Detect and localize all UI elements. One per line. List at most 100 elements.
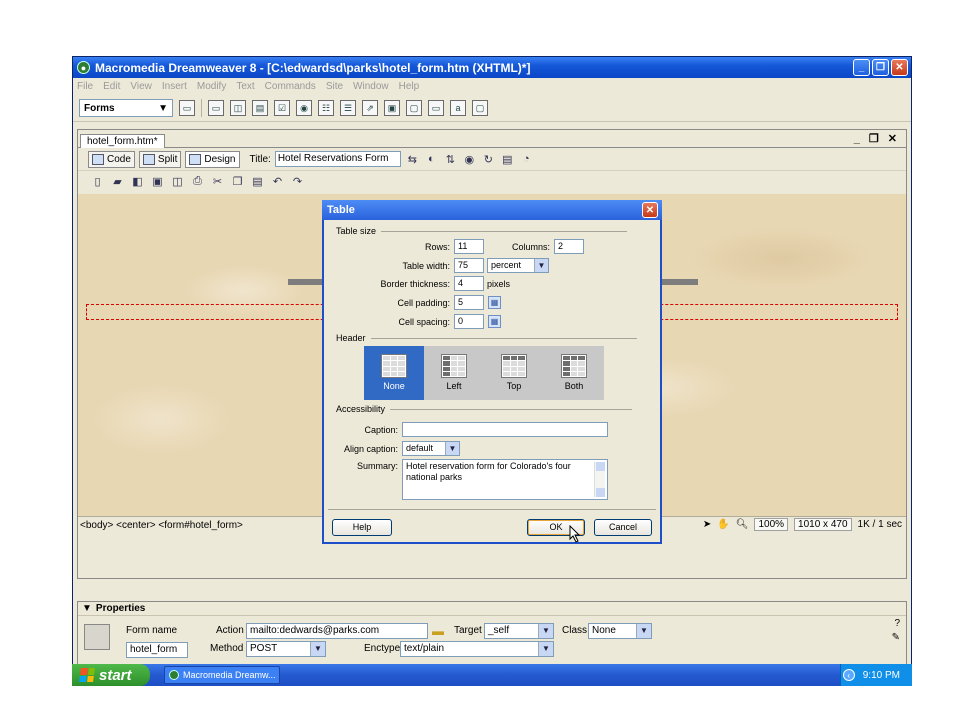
header-option-top[interactable]: Top — [484, 346, 544, 400]
document-window-controls[interactable]: _ ❐ ✕ — [854, 132, 900, 145]
menu-commands[interactable]: Commands — [265, 81, 316, 92]
menu-window[interactable]: Window — [353, 81, 389, 92]
menu-file[interactable]: File — [77, 81, 93, 92]
header-option-left[interactable]: Left — [424, 346, 484, 400]
help-button[interactable]: Help — [332, 519, 392, 536]
new-file-icon[interactable]: ▯ — [90, 175, 105, 189]
save-icon[interactable]: ▣ — [150, 175, 165, 189]
start-button[interactable]: start — [72, 664, 150, 686]
view-options-icon[interactable]: ▤ — [500, 152, 515, 166]
undo-icon[interactable]: ↶ — [270, 175, 285, 189]
table-width-unit-select[interactable]: percent ▼ — [487, 258, 549, 273]
hand-tool-icon[interactable]: ✋ — [717, 519, 729, 530]
summary-label: Summary: — [356, 461, 398, 471]
columns-input[interactable]: 2 — [554, 239, 584, 254]
menu-site[interactable]: Site — [326, 81, 343, 92]
paste-icon[interactable]: ▤ — [250, 175, 265, 189]
maximize-button[interactable]: ❐ — [872, 59, 889, 76]
windows-logo-icon — [79, 668, 95, 682]
enctype-select[interactable]: text/plain ▼ — [400, 641, 554, 657]
list-menu-icon[interactable]: ☰ — [340, 100, 356, 116]
tab-hotel-form[interactable]: hotel_form.htm* — [80, 134, 165, 148]
action-field[interactable]: mailto:dedwards@parks.com — [246, 623, 428, 639]
radio-button-icon[interactable]: ◉ — [296, 100, 312, 116]
file-field-icon[interactable]: ▢ — [406, 100, 422, 116]
visual-aids-icon[interactable]: ◔ — [519, 152, 534, 166]
browse-bridge-icon[interactable]: ◧ — [130, 175, 145, 189]
tag-selector[interactable]: <body> <center> <form#hotel_form> — [80, 520, 243, 531]
summary-scrollbar[interactable] — [594, 462, 605, 497]
select-tool-icon[interactable]: ➤ — [703, 519, 711, 530]
tray-arrow-icon[interactable]: ‹ — [842, 669, 855, 681]
fieldset-icon[interactable]: ▢ — [472, 100, 488, 116]
debug-icon[interactable]: ⇅ — [443, 152, 458, 166]
textarea-icon[interactable]: ▤ — [252, 100, 268, 116]
table-width-input[interactable]: 75 — [454, 258, 484, 273]
window-size-select[interactable]: 1010 x 470 — [794, 518, 852, 531]
rows-input[interactable]: 11 — [454, 239, 484, 254]
zoom-select[interactable]: 100% — [754, 518, 789, 531]
print-icon[interactable]: ⎙ — [190, 175, 205, 189]
file-management-icon[interactable]: ⇆ — [405, 152, 420, 166]
refresh-icon[interactable]: ↻ — [481, 152, 496, 166]
dreamweaver-app-icon — [169, 670, 179, 680]
checkbox-icon[interactable]: ☑ — [274, 100, 290, 116]
dialog-title-bar: Table ✕ — [322, 200, 662, 220]
toolbar-separator — [201, 99, 202, 117]
insert-category-dropdown[interactable]: Forms ▼ — [79, 99, 173, 117]
windows-taskbar: start Macromedia Dreamw... ‹ 9:10 PM — [72, 664, 912, 686]
text-field-icon[interactable]: ▭ — [208, 100, 224, 116]
minimize-button[interactable]: _ — [853, 59, 870, 76]
redo-icon[interactable]: ↷ — [290, 175, 305, 189]
clock: 9:10 PM — [862, 669, 900, 681]
menu-text[interactable]: Text — [236, 81, 254, 92]
hidden-field-icon[interactable]: ◫ — [230, 100, 246, 116]
menu-insert[interactable]: Insert — [162, 81, 187, 92]
dialog-close-button[interactable]: ✕ — [642, 202, 658, 218]
taskbar-dreamweaver-item[interactable]: Macromedia Dreamw... — [164, 666, 280, 684]
zoom-tool-icon[interactable]: 🔍︎ — [736, 519, 749, 530]
menu-view[interactable]: View — [130, 81, 152, 92]
method-select[interactable]: POST ▼ — [246, 641, 326, 657]
caption-input[interactable] — [402, 422, 608, 437]
split-view-icon — [142, 153, 155, 165]
cancel-button[interactable]: Cancel — [594, 519, 652, 536]
form-name-field[interactable]: hotel_form — [126, 642, 188, 658]
align-caption-select[interactable]: default ▼ — [402, 441, 460, 456]
help-icon[interactable]: ? — [894, 618, 900, 629]
cell-padding-input[interactable]: 5 — [454, 295, 484, 310]
menu-modify[interactable]: Modify — [197, 81, 226, 92]
menu-help[interactable]: Help — [399, 81, 420, 92]
group-divider — [370, 337, 637, 339]
code-view-button[interactable]: Code — [88, 150, 135, 168]
label-icon[interactable]: a — [450, 100, 466, 116]
open-folder-icon[interactable]: ▰ — [110, 175, 125, 189]
properties-header[interactable]: ▼ Properties — [78, 602, 906, 616]
jump-menu-icon[interactable]: ⇗ — [362, 100, 378, 116]
chevron-down-icon: ▼ — [158, 102, 168, 114]
radio-group-icon[interactable]: ☷ — [318, 100, 334, 116]
border-thickness-input[interactable]: 4 — [454, 276, 484, 291]
globe-icon[interactable]: ◉ — [462, 152, 477, 166]
design-view-button[interactable]: Design — [185, 150, 240, 168]
summary-textarea[interactable]: Hotel reservation form for Colorado's fo… — [402, 459, 608, 500]
preview-browser-icon[interactable]: ◐ — [424, 152, 439, 166]
page-title-input[interactable]: Hotel Reservations Form — [274, 151, 401, 167]
form-icon[interactable]: ▭ — [179, 100, 195, 116]
split-view-button[interactable]: Split — [138, 150, 182, 168]
close-button[interactable]: ✕ — [891, 59, 908, 76]
target-select[interactable]: _self ▼ — [484, 623, 554, 639]
save-all-icon[interactable]: ◫ — [170, 175, 185, 189]
cut-icon[interactable]: ✂ — [210, 175, 225, 189]
header-option-both[interactable]: Both — [544, 346, 604, 400]
header-option-none[interactable]: None — [364, 346, 424, 400]
quick-tag-editor-icon[interactable]: ✎ — [892, 632, 900, 643]
copy-icon[interactable]: ❐ — [230, 175, 245, 189]
class-select[interactable]: None ▼ — [588, 623, 652, 639]
menu-edit[interactable]: Edit — [103, 81, 120, 92]
image-field-icon[interactable]: ▣ — [384, 100, 400, 116]
browse-folder-icon[interactable]: ▬ — [432, 624, 444, 638]
title-label: Title: — [249, 153, 271, 165]
cell-spacing-input[interactable]: 0 — [454, 314, 484, 329]
button-icon[interactable]: ▭ — [428, 100, 444, 116]
